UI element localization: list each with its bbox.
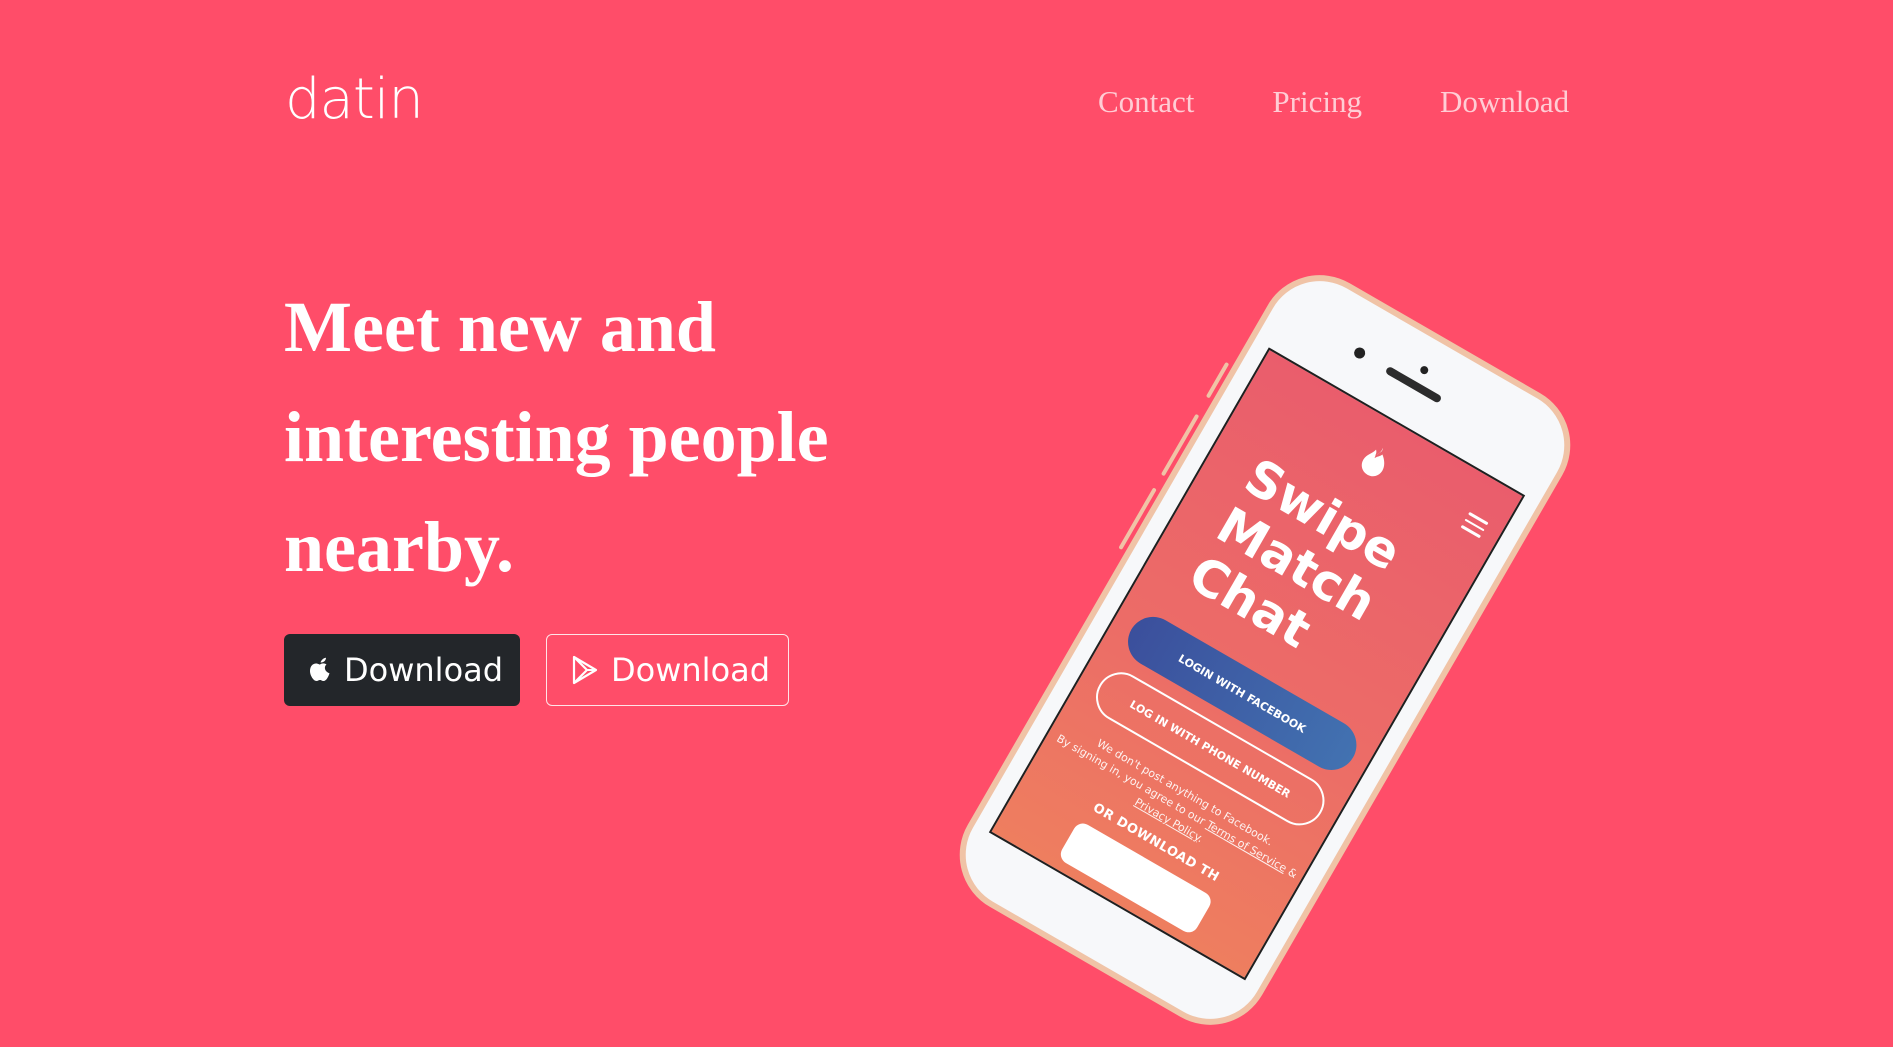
disclaimer-and: & <box>1285 865 1300 881</box>
google-play-download-button[interactable]: Download <box>546 634 789 706</box>
headline-line-1: Meet new and <box>284 287 716 367</box>
nav-link-download[interactable]: Download <box>1440 84 1569 120</box>
google-play-icon <box>571 655 599 685</box>
brand-logo[interactable]: datin <box>285 72 424 128</box>
headline-line-3: nearby. <box>284 507 515 587</box>
app-store-download-button[interactable]: Download <box>284 634 520 706</box>
nav-link-pricing[interactable]: Pricing <box>1272 84 1362 120</box>
hero-headline: Meet new and interesting people nearby. <box>284 272 984 602</box>
app-store-button-label: Download <box>344 651 504 689</box>
nav-link-contact[interactable]: Contact <box>1098 84 1194 120</box>
phone-mockup: Swipe Match Chat LOGIN WITH FACEBOOK LOG… <box>937 253 1593 1047</box>
google-play-button-label: Download <box>611 651 771 689</box>
top-nav: Contact Pricing Download <box>1098 84 1569 120</box>
apple-icon <box>308 656 332 684</box>
flame-icon <box>1352 439 1397 487</box>
headline-line-2: interesting people <box>284 397 829 477</box>
hamburger-menu-icon[interactable] <box>1458 511 1489 542</box>
